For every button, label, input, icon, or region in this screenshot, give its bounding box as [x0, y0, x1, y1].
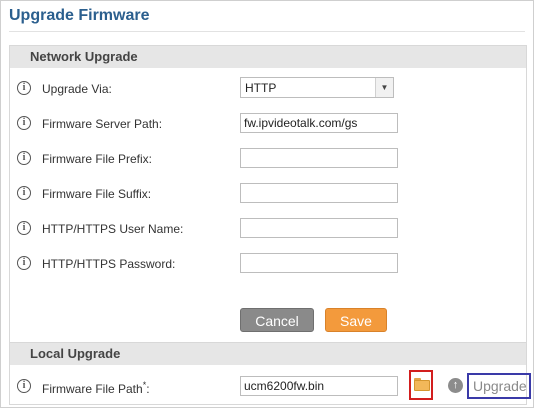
info-icon[interactable]: i	[17, 221, 31, 235]
http-user-name-row: i HTTP/HTTPS User Name:	[10, 217, 526, 241]
upgrade-firmware-panel: Upgrade Firmware Network Upgrade i Upgra…	[0, 0, 534, 408]
info-icon[interactable]: i	[17, 151, 31, 165]
folder-icon	[414, 378, 430, 391]
local-upgrade-header: Local Upgrade	[10, 343, 526, 365]
firmware-file-prefix-row: i Firmware File Prefix:	[10, 147, 526, 171]
upload-arrow-icon[interactable]: ↑	[448, 378, 463, 393]
http-password-row: i HTTP/HTTPS Password:	[10, 252, 526, 276]
local-upgrade-section: Local Upgrade i Firmware File Path*: ucm…	[9, 343, 531, 405]
browse-file-button[interactable]	[409, 370, 433, 400]
firmware-file-path-label: Firmware File Path*:	[42, 380, 150, 396]
info-icon[interactable]: i	[17, 116, 31, 130]
title-divider	[9, 31, 525, 32]
network-upgrade-header: Network Upgrade	[10, 46, 526, 68]
firmware-file-suffix-input[interactable]	[240, 183, 398, 203]
firmware-file-prefix-label: Firmware File Prefix:	[42, 152, 153, 166]
info-icon[interactable]: i	[17, 186, 31, 200]
firmware-file-path-label-text: Firmware File Path	[42, 382, 143, 396]
save-button[interactable]: Save	[325, 308, 387, 332]
firmware-server-path-row: i Firmware Server Path: fw.ipvideotalk.c…	[10, 112, 526, 136]
info-icon[interactable]: i	[17, 81, 31, 95]
firmware-file-prefix-input[interactable]	[240, 148, 398, 168]
upgrade-via-row: i Upgrade Via: HTTP ▼	[10, 77, 526, 101]
firmware-server-path-input[interactable]: fw.ipvideotalk.com/gs	[240, 113, 398, 133]
http-password-input[interactable]	[240, 253, 398, 273]
folder-icon-body	[414, 380, 430, 391]
label-colon: :	[146, 382, 150, 396]
info-icon[interactable]: i	[17, 379, 31, 393]
firmware-file-suffix-row: i Firmware File Suffix:	[10, 182, 526, 206]
upgrade-via-select[interactable]: HTTP ▼	[240, 77, 394, 98]
network-upgrade-section: Network Upgrade i Upgrade Via: HTTP ▼ i …	[9, 45, 527, 343]
page-title: Upgrade Firmware	[9, 7, 150, 24]
cancel-button[interactable]: Cancel	[240, 308, 314, 332]
upgrade-via-value: HTTP	[245, 81, 277, 95]
info-icon[interactable]: i	[17, 256, 31, 270]
http-password-label: HTTP/HTTPS Password:	[42, 257, 176, 271]
chevron-down-icon[interactable]: ▼	[375, 78, 393, 97]
firmware-file-path-input[interactable]: ucm6200fw.bin	[240, 376, 398, 396]
http-user-name-input[interactable]	[240, 218, 398, 238]
firmware-file-suffix-label: Firmware File Suffix:	[42, 187, 152, 201]
upgrade-link-label: Upgrade	[473, 378, 527, 394]
firmware-server-path-label: Firmware Server Path:	[42, 117, 163, 131]
upgrade-via-label: Upgrade Via:	[42, 82, 112, 96]
upgrade-button[interactable]: Upgrade	[467, 373, 531, 399]
http-user-name-label: HTTP/HTTPS User Name:	[42, 222, 184, 236]
